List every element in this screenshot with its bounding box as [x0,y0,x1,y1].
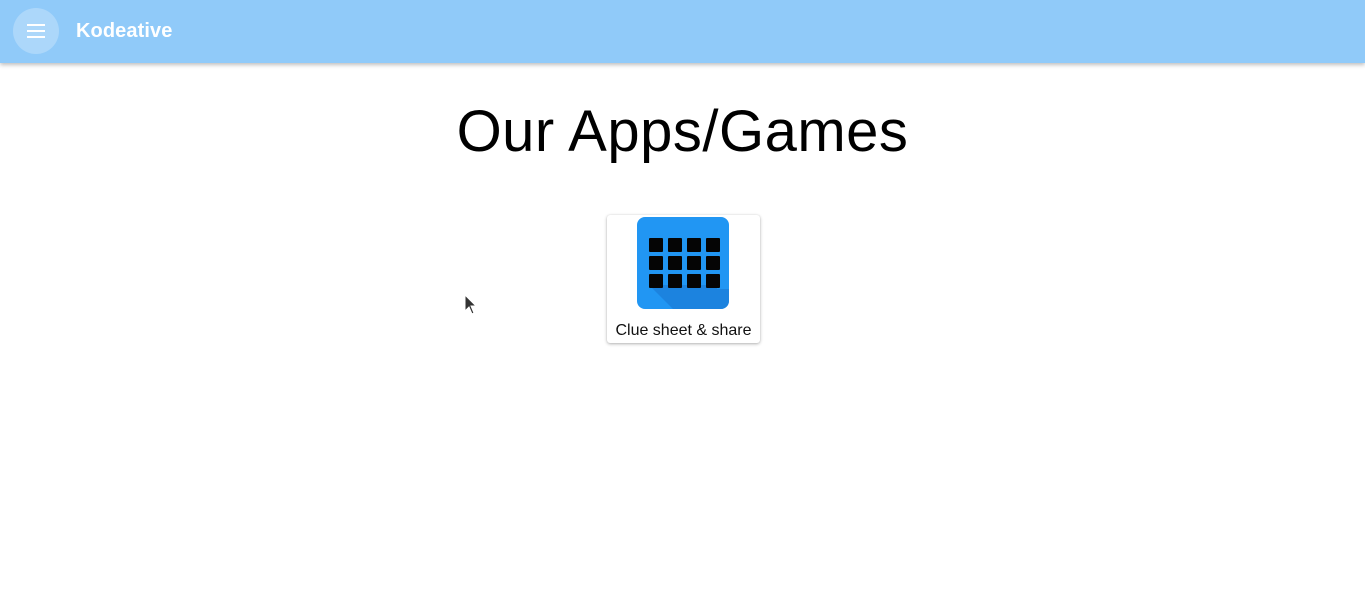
grid-icon[interactable] [637,217,729,309]
app-card-clue-sheet[interactable]: Clue sheet & share [607,215,760,343]
app-label: Clue sheet & share [615,322,752,339]
mouse-cursor-icon [464,293,478,316]
menu-icon [26,24,46,38]
app-title[interactable]: Kodeative [76,19,173,43]
app-bar: Kodeative [0,0,1365,63]
page-title: Our Apps/Games [456,99,909,164]
menu-button[interactable] [13,8,59,54]
